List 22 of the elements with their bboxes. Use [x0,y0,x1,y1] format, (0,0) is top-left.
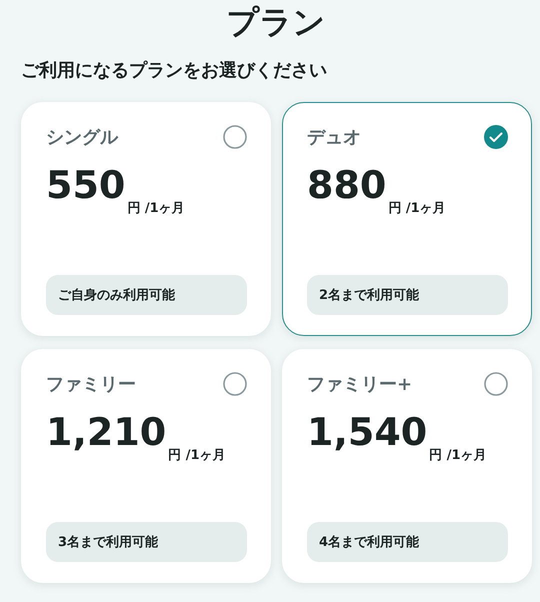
price-amount: 550 [46,163,126,207]
plan-name: デュオ [307,126,361,149]
plan-name: ファミリー+ [307,373,412,396]
instruction-text: ご利用になるプランをお選びください [21,59,328,83]
price-amount: 880 [307,163,386,207]
radio-button[interactable] [223,372,247,396]
radio-button[interactable] [223,125,247,149]
price-unit: 円 /1ヶ月 [388,200,446,217]
usage-note: 4名まで利用可能 [307,522,508,562]
radio-button[interactable] [484,372,508,396]
price-unit: 円 /1ヶ月 [429,447,487,464]
price-unit: 円 /1ヶ月 [127,200,185,217]
usage-note: 2名まで利用可能 [307,275,508,315]
usage-note: 3名まで利用可能 [46,522,247,562]
plan-name: シングル [46,126,118,149]
checkmark-icon[interactable] [484,125,508,149]
plan-name: ファミリー [46,373,136,396]
price-unit: 円 /1ヶ月 [168,447,226,464]
price-amount: 1,540 [307,410,428,454]
usage-note: ご自身のみ利用可能 [46,275,247,315]
price-amount: 1,210 [46,410,166,454]
page-title: プラン [226,2,326,42]
